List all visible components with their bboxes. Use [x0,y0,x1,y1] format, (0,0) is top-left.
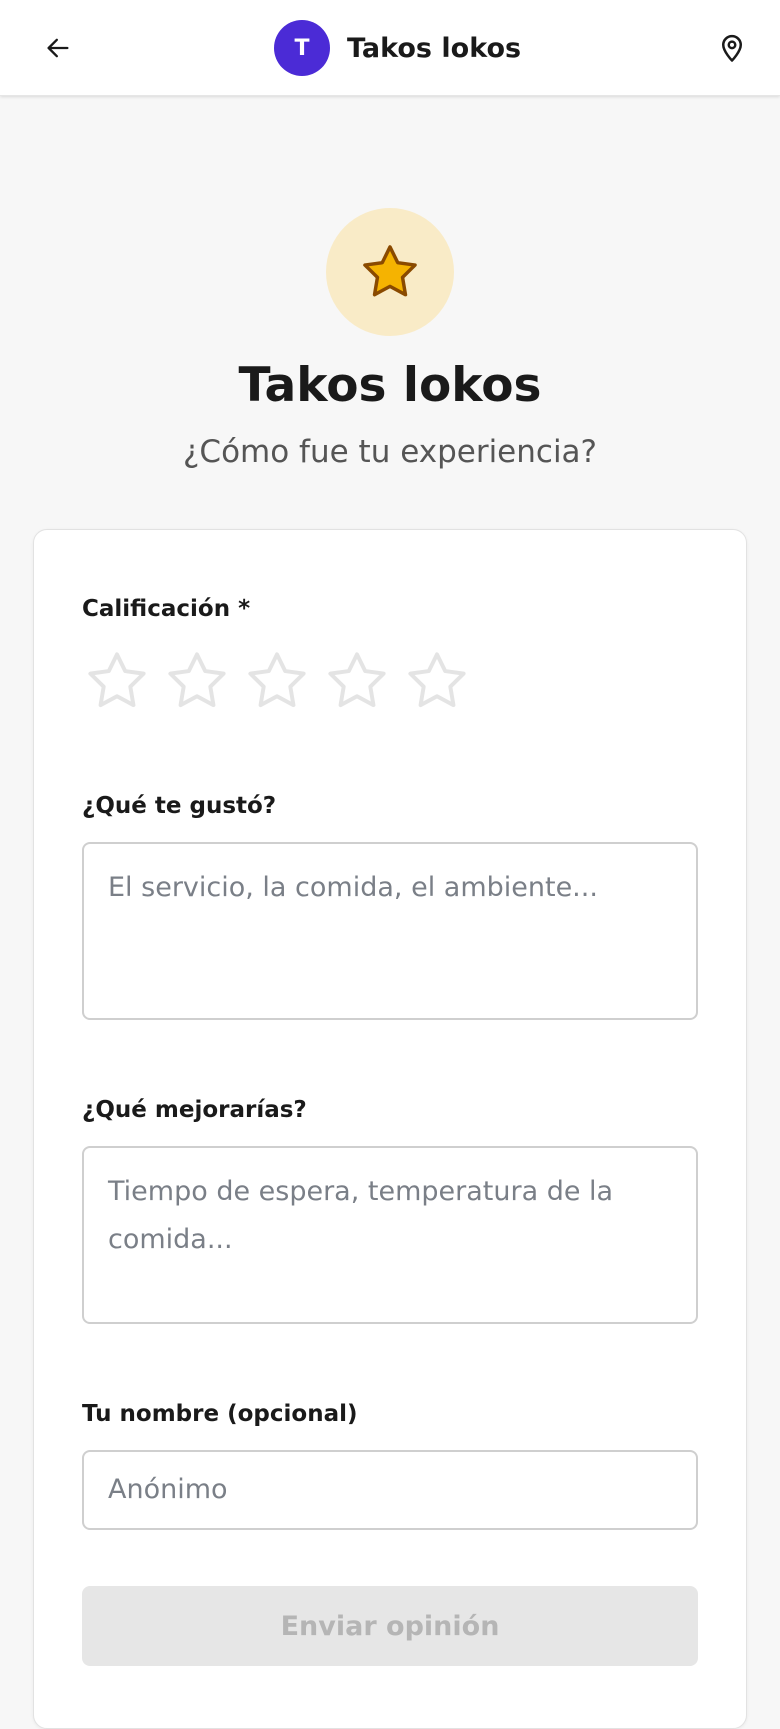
location-button[interactable] [710,26,754,70]
top-bar: T Takos lokos [0,0,780,96]
submit-button[interactable]: Enviar opinión [82,1586,698,1666]
star-outline-icon [328,652,386,708]
rating-stars [82,646,482,716]
rating-label: Calificación * [82,596,251,622]
star-icon [363,245,417,297]
star-badge [326,208,454,336]
improve-textarea[interactable]: Tiempo de espera, temperatura de la comi… [82,1146,698,1324]
avatar: T [274,20,330,76]
improve-label: ¿Qué mejorarías? [82,1097,307,1123]
star-outline-icon [248,652,306,708]
star-outline-icon [88,652,146,708]
name-input[interactable]: Anónimo [82,1450,698,1530]
back-button[interactable] [36,26,80,70]
rating-star-2[interactable] [162,646,232,716]
arrow-left-icon [47,38,69,58]
rating-star-1[interactable] [82,646,152,716]
rating-star-4[interactable] [322,646,392,716]
name-label: Tu nombre (opcional) [82,1401,358,1427]
rating-star-5[interactable] [402,646,472,716]
liked-label: ¿Qué te gustó? [82,793,277,819]
star-outline-icon [408,652,466,708]
map-pin-icon [722,34,742,62]
star-outline-icon [168,652,226,708]
liked-textarea[interactable]: El servicio, la comida, el ambiente... [82,842,698,1020]
page-title: Takos lokos [238,358,542,413]
restaurant-name: Takos lokos [347,32,522,64]
restaurant-brand: T Takos lokos [274,20,521,76]
rating-star-3[interactable] [242,646,312,716]
page-subtitle: ¿Cómo fue tu experiencia? [182,434,598,470]
